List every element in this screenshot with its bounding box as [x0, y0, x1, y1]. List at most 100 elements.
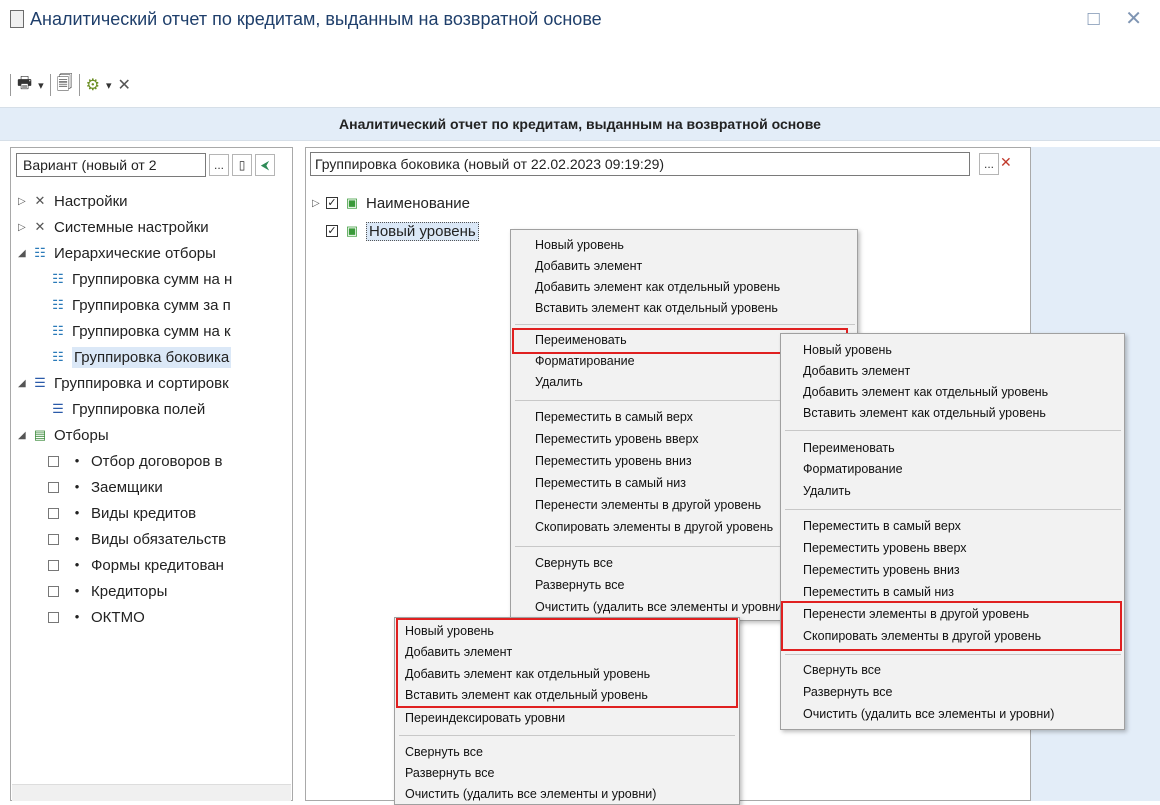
menu-insert-element-as-level[interactable]: Вставить элемент как отдельный уровень	[535, 301, 778, 315]
hierarchy-icon: ☷	[34, 245, 46, 260]
menu-separator	[785, 654, 1121, 655]
menu-move-bottom[interactable]: Переместить в самый низ	[535, 476, 686, 490]
filter-icon: ▤	[33, 427, 47, 442]
menu-formatting[interactable]: Форматирование	[803, 462, 903, 476]
preview-icon[interactable]: 🗐	[57, 72, 73, 99]
tools-icon: ✕	[34, 219, 46, 234]
checkbox-checked[interactable]: ✓	[326, 225, 338, 237]
menu-collapse-all[interactable]: Свернуть все	[803, 663, 881, 677]
checkbox[interactable]	[48, 559, 59, 571]
menu-expand-all[interactable]: Развернуть все	[803, 685, 892, 699]
hierarchy-icon: ☷	[52, 297, 64, 312]
menu-delete[interactable]: Удалить	[535, 375, 583, 389]
report-window-icon	[10, 10, 24, 28]
table-icon: ☰	[52, 401, 64, 416]
context-menu-right: Новый уровень Добавить элемент Добавить …	[780, 333, 1125, 730]
checkbox[interactable]	[48, 585, 59, 597]
bullet-icon: •	[74, 609, 80, 624]
tree-item-oktmo[interactable]: • ОКТМО	[18, 604, 288, 630]
menu-delete[interactable]: Удалить	[803, 484, 851, 498]
menu-separator	[785, 430, 1121, 431]
menu-move-up[interactable]: Переместить уровень вверх	[803, 541, 967, 555]
menu-copy-elements[interactable]: Скопировать элементы в другой уровень	[535, 520, 773, 534]
new-document-icon[interactable]: ▯	[232, 154, 252, 176]
menu-move-down[interactable]: Переместить уровень вниз	[803, 563, 960, 577]
toolbar-grip	[10, 74, 11, 96]
hierarchy-icon: ☷	[52, 349, 64, 364]
menu-add-element[interactable]: Добавить элемент	[803, 364, 910, 378]
menu-add-element[interactable]: Добавить элемент	[535, 259, 642, 273]
tree-item-grouping-sums-end[interactable]: ☷ Группировка сумм на к	[18, 318, 288, 344]
menu-separator	[785, 509, 1121, 510]
print-icon[interactable]: 🖶	[17, 72, 32, 99]
tree-item-grouping-sums-on[interactable]: ☷ Группировка сумм на н	[18, 266, 288, 292]
tree-item-borrowers[interactable]: • Заемщики	[18, 474, 288, 500]
menu-move-top[interactable]: Переместить в самый верх	[803, 519, 961, 533]
menu-move-top[interactable]: Переместить в самый верх	[535, 410, 693, 424]
bullet-icon: •	[74, 531, 80, 546]
menu-add-element-as-level[interactable]: Добавить элемент как отдельный уровень	[803, 385, 1048, 399]
menu-expand-all[interactable]: Развернуть все	[405, 766, 494, 780]
menu-collapse-all[interactable]: Свернуть все	[405, 745, 483, 759]
tools-icon[interactable]: ✕	[118, 75, 131, 95]
tree-item-filters[interactable]: ◢ ▤ Отборы	[18, 422, 288, 448]
folder-icon: ▣	[345, 223, 359, 238]
menu-expand-all[interactable]: Развернуть все	[535, 578, 624, 592]
grouping-item-new-level[interactable]: ✓ ▣ Новый уровень	[326, 218, 479, 244]
horizontal-scrollbar[interactable]	[12, 784, 291, 801]
tree-item-grouping-sorting[interactable]: ◢ ☰ Группировка и сортировк	[18, 370, 288, 396]
menu-move-down[interactable]: Переместить уровень вниз	[535, 454, 692, 468]
menu-clear-all[interactable]: Очистить (удалить все элементы и уровни)	[803, 707, 1054, 721]
menu-clear-all[interactable]: Очистить (удалить все элементы и уровни)	[535, 600, 786, 614]
menu-clear-all[interactable]: Очистить (удалить все элементы и уровни)	[405, 787, 656, 801]
menu-move-up[interactable]: Переместить уровень вверх	[535, 432, 699, 446]
tree-item-creditors[interactable]: • Кредиторы	[18, 578, 288, 604]
variant-field[interactable]: Вариант (новый от 2	[16, 153, 206, 177]
tree-item-filter-contracts[interactable]: • Отбор договоров в	[18, 448, 288, 474]
menu-formatting[interactable]: Форматирование	[535, 354, 635, 368]
tree-item-grouping-fields[interactable]: ☰ Группировка полей	[18, 396, 288, 422]
menu-rename[interactable]: Переименовать	[803, 441, 895, 455]
print-dropdown-icon[interactable]: ▾	[38, 79, 44, 92]
toolbar-separator	[49, 74, 51, 96]
settings-icon[interactable]: ⚙	[86, 75, 100, 95]
menu-reindex-levels[interactable]: Переиндексировать уровни	[405, 711, 565, 725]
tree-item-grouping-sidebar[interactable]: ☷ Группировка боковика	[18, 344, 288, 370]
variant-selector: Вариант (новый от 2 ... ▯ ⮜	[16, 151, 291, 179]
tree-item-hierarchical-filters[interactable]: ◢ ☷ Иерархические отборы	[18, 240, 288, 266]
grouping-browse-button[interactable]: ...	[979, 153, 999, 175]
grouping-item-name[interactable]: ▷ ✓ ▣ Наименование	[312, 190, 470, 216]
checkbox[interactable]	[48, 507, 59, 519]
menu-new-level[interactable]: Новый уровень	[803, 343, 892, 357]
tree-item-settings[interactable]: ▷ ✕ Настройки	[18, 188, 288, 214]
variant-browse-button[interactable]: ...	[209, 154, 229, 176]
hierarchy-icon: ☷	[52, 323, 64, 338]
menu-insert-element-as-level[interactable]: Вставить элемент как отдельный уровень	[803, 406, 1046, 420]
checkbox[interactable]	[48, 455, 59, 467]
table-icon: ☰	[34, 375, 46, 390]
highlight-new-level-group	[396, 618, 738, 708]
window-controls[interactable]: □ ✕	[1088, 6, 1152, 31]
grouping-variant-field[interactable]: Группировка боковика (новый от 22.02.202…	[310, 152, 970, 176]
tree-item-obligation-types[interactable]: • Виды обязательств	[18, 526, 288, 552]
settings-dropdown-icon[interactable]: ▾	[106, 79, 112, 92]
menu-new-level[interactable]: Новый уровень	[535, 238, 624, 252]
menu-separator	[399, 735, 735, 736]
tree-item-system-settings[interactable]: ▷ ✕ Системные настройки	[18, 214, 288, 240]
settings-tree: ▷ ✕ Настройки ▷ ✕ Системные настройки ◢ ☷ Иера…	[18, 188, 288, 630]
menu-transfer-elements[interactable]: Перенести элементы в другой уровень	[535, 498, 761, 512]
menu-collapse-all[interactable]: Свернуть все	[535, 556, 613, 570]
menu-separator	[515, 324, 855, 325]
back-arrow-icon[interactable]: ⮜	[255, 154, 275, 176]
checkbox[interactable]	[48, 611, 59, 623]
tree-item-credit-types[interactable]: • Виды кредитов	[18, 500, 288, 526]
tree-item-credit-forms[interactable]: • Формы кредитован	[18, 552, 288, 578]
checkbox-checked[interactable]: ✓	[326, 197, 338, 209]
checkbox[interactable]	[48, 481, 59, 493]
clear-grouping-icon[interactable]: ✕	[1000, 154, 1012, 171]
menu-move-bottom[interactable]: Переместить в самый низ	[803, 585, 954, 599]
menu-add-element-as-level[interactable]: Добавить элемент как отдельный уровень	[535, 280, 780, 294]
tree-item-grouping-sums-for[interactable]: ☷ Группировка сумм за п	[18, 292, 288, 318]
checkbox[interactable]	[48, 533, 59, 545]
folder-icon: ▣	[345, 195, 359, 210]
